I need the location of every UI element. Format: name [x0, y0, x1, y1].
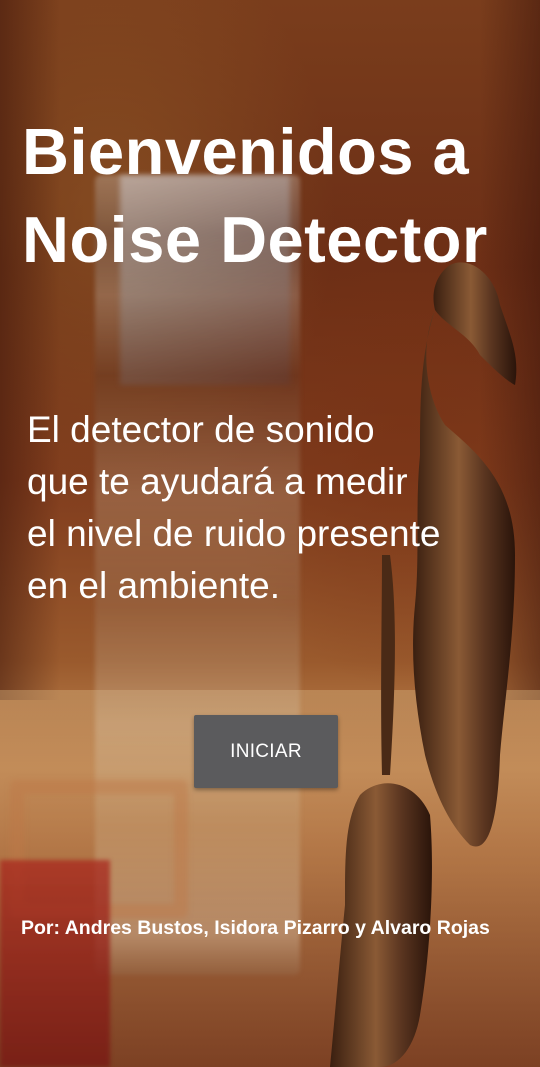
description-line-4: en el ambiente.	[27, 565, 281, 606]
description-line-2: que te ayudará a medir	[27, 461, 408, 502]
bronze-statue-image	[330, 262, 517, 1067]
description-line-3: el nivel de ruido presente	[27, 513, 441, 554]
app-description: El detector de sonido que te ayudará a m…	[27, 404, 527, 612]
start-button[interactable]: INICIAR	[194, 715, 338, 788]
page-title: Bienvenidos a Noise Detector	[22, 108, 532, 284]
welcome-screen: Bienvenidos a Noise Detector El detector…	[0, 0, 540, 1067]
title-line-2: Noise Detector	[22, 203, 488, 276]
description-line-1: El detector de sonido	[27, 409, 375, 450]
title-line-1: Bienvenidos a	[22, 115, 470, 188]
credits-text: Por: Andres Bustos, Isidora Pizarro y Al…	[21, 917, 490, 939]
red-box-image	[0, 860, 110, 1067]
